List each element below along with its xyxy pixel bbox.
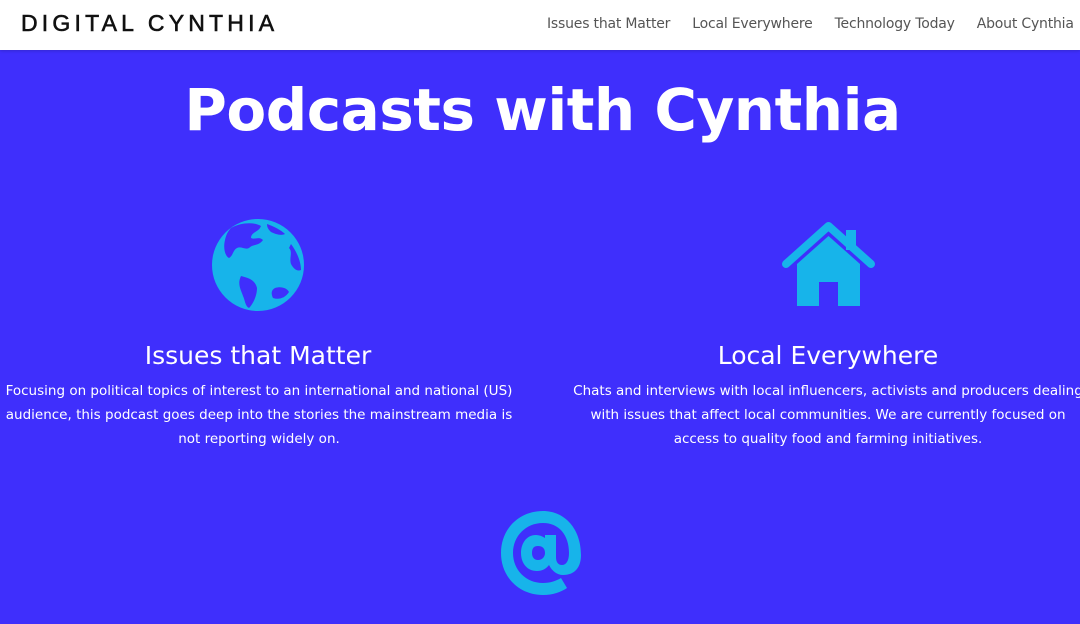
nav-item-local-everywhere[interactable]: Local Everywhere [692,16,813,32]
nav-item-technology-today[interactable]: Technology Today [835,16,955,32]
page-title: Podcasts with Cynthia [184,76,901,144]
column-text-local-everywhere: Chats and interviews with local influenc… [573,383,1080,447]
nav-item-about-cynthia[interactable]: About Cynthia [977,16,1074,32]
nav-item-issues-that-matter[interactable]: Issues that Matter [547,16,670,32]
home-icon [780,220,877,308]
site-logo[interactable]: DIGITAL CYNTHIA [21,10,278,37]
column-title-issues-that-matter: Issues that Matter [144,341,372,370]
at-sign-icon [495,505,591,601]
column-text-issues-that-matter: Focusing on political topics of interest… [5,383,513,447]
main-nav: Issues that Matter Local Everywhere Techno… [547,16,1080,32]
column-title-local-everywhere: Local Everywhere [717,341,939,370]
site-header: DIGITAL CYNTHIA Issues that Matter Local … [0,0,1080,50]
globe-icon [211,218,305,312]
